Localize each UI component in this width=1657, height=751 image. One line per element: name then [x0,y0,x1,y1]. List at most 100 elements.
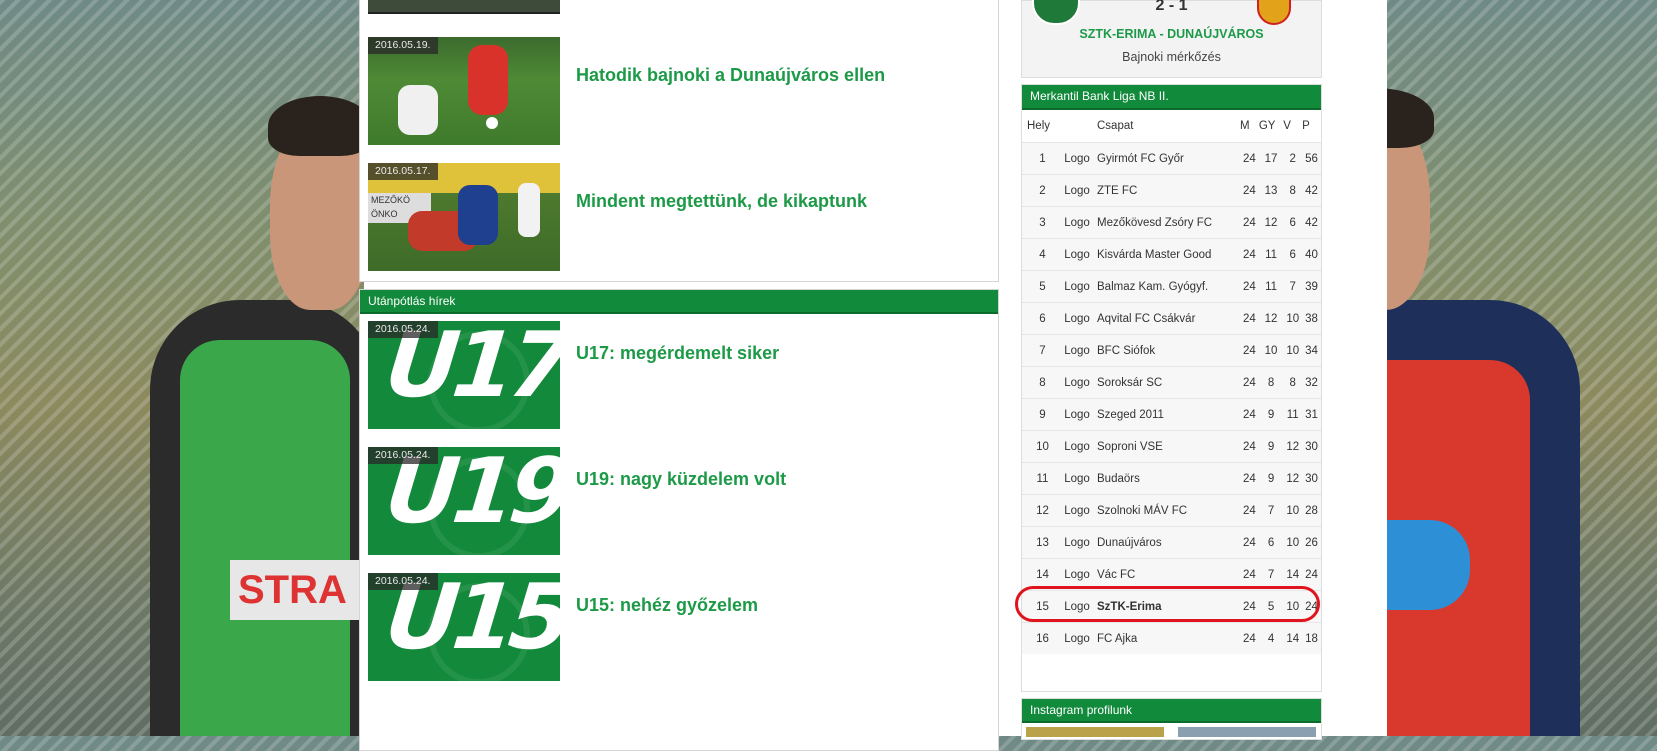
team-name-link[interactable]: Soroksár SC [1091,366,1240,399]
news-title-link[interactable]: U17: megérdemelt siker [576,343,779,364]
team-name-link[interactable]: Kisvárda Master Good [1091,238,1240,271]
league-table-header: Hely Csapat M GY V P [1022,110,1321,143]
matches-played: 24 [1240,526,1259,559]
table-row: 1 Logo Gyirmót FC Győr 24 17 2 56 [1022,142,1321,175]
news-thumbnail[interactable]: U17 2016.05.24. [368,321,560,429]
matches-played: 24 [1240,622,1259,654]
news-thumbnail[interactable]: 2016.05.19. [368,37,560,145]
team-logo: Logo [1063,430,1091,463]
losses: 10 [1283,334,1303,367]
losses: 6 [1283,238,1303,271]
team-name-link[interactable]: BFC Siófok [1091,334,1240,367]
col-p: P [1302,120,1310,132]
wins: 12 [1258,302,1284,335]
news-date: 2016.05.24. [368,573,439,590]
col-gy: GY [1258,120,1276,132]
team-name-link[interactable]: Dunaújváros [1091,526,1240,559]
team-name-link[interactable]: FC Ajka [1091,622,1240,654]
news-date: 2016.05.24. [368,321,439,338]
league-table: Hely Csapat M GY V P 1 Logo Gyirmót FC Győ… [1022,110,1321,654]
losses: 8 [1283,366,1303,399]
last-match-box[interactable]: 2 - 1 SZTK-ERIMA - DUNAÚJVÁROS Bajnoki m… [1021,0,1322,78]
losses: 7 [1283,270,1303,303]
news-title-link[interactable]: Hatodik bajnoki a Dunaújváros ellen [576,65,885,86]
news-title-link[interactable]: U15: nehéz győzelem [576,595,758,616]
news-thumb-partial[interactable] [368,0,560,14]
team-logo: Logo [1063,206,1091,239]
team-name-link[interactable]: ZTE FC [1091,174,1240,207]
league-table-panel: Merkantil Bank Liga NB II. Hely Csapat M… [1021,84,1322,692]
points: 56 [1302,142,1321,175]
matches-played: 24 [1240,174,1259,207]
table-row: 5 Logo Balmaz Kam. Gyógyf. 24 11 7 39 [1022,270,1321,303]
youth-news-panel: Utánpótlás hírek U17 2016.05.24. U17: me… [359,289,999,751]
news-title-link[interactable]: U19: nagy küzdelem volt [576,469,786,490]
table-row: 13 Logo Dunaújváros 24 6 10 26 [1022,526,1321,559]
team-position: 1 [1022,142,1063,175]
league-table-body: 1 Logo Gyirmót FC Győr 24 17 2 56 2 Logo ZTE FC 24… [1022,142,1321,654]
team-position: 3 [1022,206,1063,239]
news-item[interactable]: U17 2016.05.24. U17: megérdemelt siker [368,321,988,431]
points: 32 [1302,366,1321,399]
match-teams-link[interactable]: SZTK-ERIMA - DUNAÚJVÁROS [1022,27,1321,41]
wins: 6 [1258,526,1284,559]
team-name-link[interactable]: SzTK-Erima [1091,590,1240,623]
news-item[interactable]: U15 2016.05.24. U15: nehéz győzelem [368,573,988,683]
news-thumbnail[interactable]: U15 2016.05.24. [368,573,560,681]
matches-played: 24 [1240,366,1259,399]
wins: 12 [1258,206,1284,239]
news-thumbnail[interactable]: U19 2016.05.24. [368,447,560,555]
team-name-link[interactable]: Budaörs [1091,462,1240,495]
team-logo: Logo [1063,302,1091,335]
team-position: 12 [1022,494,1063,527]
instagram-panel: Instagram profilunk [1021,698,1322,740]
team-name-link[interactable]: Gyirmót FC Győr [1091,142,1240,175]
col-pos: Hely [1027,120,1051,132]
news-item[interactable]: MEZŐKÖ ÖNKO 2016.05.17. Mindent megtettün… [368,163,988,273]
table-row: 9 Logo Szeged 2011 24 9 11 31 [1022,398,1321,431]
matches-played: 24 [1240,398,1259,431]
team-logo: Logo [1063,558,1091,591]
wins: 4 [1258,622,1284,654]
points: 38 [1302,302,1321,335]
losses: 6 [1283,206,1303,239]
wins: 7 [1258,494,1284,527]
col-logo [1063,110,1091,143]
wins: 11 [1258,238,1284,271]
losses: 10 [1283,590,1303,623]
news-date: 2016.05.17. [368,163,439,180]
points: 40 [1302,238,1321,271]
losses: 11 [1283,398,1303,431]
losses: 2 [1283,142,1303,175]
team-name-link[interactable]: Balmaz Kam. Gyógyf. [1091,270,1240,303]
team-logo: Logo [1063,366,1091,399]
team-name-link[interactable]: Aqvital FC Csákvár [1091,302,1240,335]
losses: 10 [1283,302,1303,335]
points: 30 [1302,462,1321,495]
news-thumbnail[interactable]: MEZŐKÖ ÖNKO 2016.05.17. [368,163,560,271]
news-item[interactable]: 2016.05.19. Hatodik bajnoki a Dunaújváro… [368,37,988,147]
table-row: 12 Logo Szolnoki MÁV FC 24 7 10 28 [1022,494,1321,527]
team-position: 11 [1022,462,1063,495]
col-m: M [1240,120,1250,132]
points: 42 [1302,206,1321,239]
team-logo: Logo [1063,270,1091,303]
team-name-link[interactable]: Vác FC [1091,558,1240,591]
team-position: 10 [1022,430,1063,463]
news-title-link[interactable]: Mindent megtettünk, de kikaptunk [576,191,867,212]
col-v: V [1283,120,1291,132]
youth-news-heading: Utánpótlás hírek [360,290,998,314]
points: 26 [1302,526,1321,559]
matches-played: 24 [1240,462,1259,495]
team-name-link[interactable]: Mezőkövesd Zsóry FC [1091,206,1240,239]
table-row: 3 Logo Mezőkövesd Zsóry FC 24 12 6 42 [1022,206,1321,239]
team-name-link[interactable]: Soproni VSE [1091,430,1240,463]
team-name-link[interactable]: Szeged 2011 [1091,398,1240,431]
team-position: 13 [1022,526,1063,559]
team-logo: Logo [1063,398,1091,431]
news-item[interactable]: U19 2016.05.24. U19: nagy küzdelem volt [368,447,988,557]
match-score: 2 - 1 [1155,0,1188,14]
team-name-link[interactable]: Szolnoki MÁV FC [1091,494,1240,527]
news-date: 2016.05.19. [368,37,439,54]
points: 34 [1302,334,1321,367]
